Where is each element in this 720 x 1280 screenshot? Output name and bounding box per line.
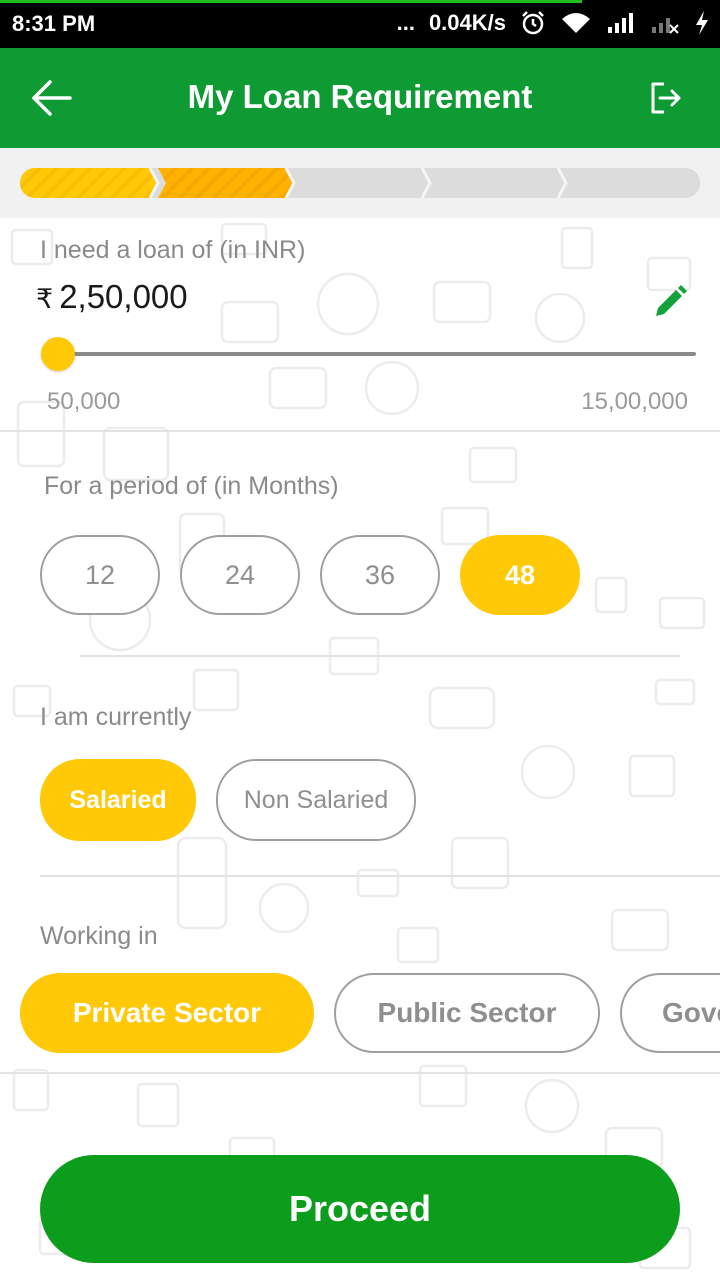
rupee-symbol: ₹: [36, 284, 54, 314]
period-option-36[interactable]: 36: [320, 535, 440, 615]
section-divider: [80, 655, 680, 657]
step-2: [158, 168, 294, 198]
signal-icon: [608, 13, 633, 33]
signal-no-sim-icon: [652, 18, 679, 34]
sector-option-government[interactable]: Gove: [620, 973, 720, 1053]
charging-icon: [696, 11, 708, 35]
status-icons: ... 0.04K/s: [397, 10, 710, 36]
employment-label: I am currently: [40, 703, 192, 731]
section-divider: [40, 875, 720, 877]
employment-option-non-salaried[interactable]: Non Salaried: [216, 759, 416, 841]
employment-option-salaried[interactable]: Salaried: [40, 759, 196, 841]
sector-label: Working in: [40, 922, 158, 950]
slider-min-label: 50,000: [47, 388, 121, 415]
section-divider: [0, 1072, 720, 1074]
period-option-48[interactable]: 48: [460, 535, 580, 615]
status-time: 8:31 PM: [12, 11, 96, 36]
background-pattern: [10, 222, 706, 1270]
step-1: [20, 168, 158, 198]
status-dots: ...: [396, 10, 415, 35]
progress-stepper: [0, 148, 720, 218]
logout-icon[interactable]: [646, 78, 686, 118]
loan-slider-track[interactable]: [58, 352, 696, 356]
status-progress-line: [0, 0, 582, 3]
slider-max-label: 15,00,000: [581, 388, 688, 415]
wifi-icon: [562, 13, 590, 33]
period-label: For a period of (in Months): [44, 472, 339, 500]
loan-amount-text: 2,50,000: [59, 278, 188, 315]
sector-option-public[interactable]: Public Sector: [334, 973, 600, 1053]
network-speed: 0.04K/s: [428, 10, 506, 35]
proceed-button[interactable]: Proceed: [40, 1155, 680, 1263]
pencil-icon[interactable]: [652, 284, 688, 320]
loan-slider-thumb[interactable]: [41, 337, 75, 371]
stepper-bar: [20, 168, 700, 198]
alarm-icon: [522, 11, 544, 35]
period-option-12[interactable]: 12: [40, 535, 160, 615]
status-bar: 8:31 PM ... 0.04K/s: [0, 0, 720, 48]
section-divider: [0, 430, 720, 432]
loan-amount-label: I need a loan of (in INR): [40, 236, 306, 264]
period-option-24[interactable]: 24: [180, 535, 300, 615]
loan-amount-value: ₹2,50,000: [36, 278, 188, 316]
page-title: My Loan Requirement: [187, 78, 533, 115]
content-area: [0, 218, 720, 1280]
sector-option-private[interactable]: Private Sector: [20, 973, 314, 1053]
app-bar: My Loan Requirement: [0, 48, 720, 148]
